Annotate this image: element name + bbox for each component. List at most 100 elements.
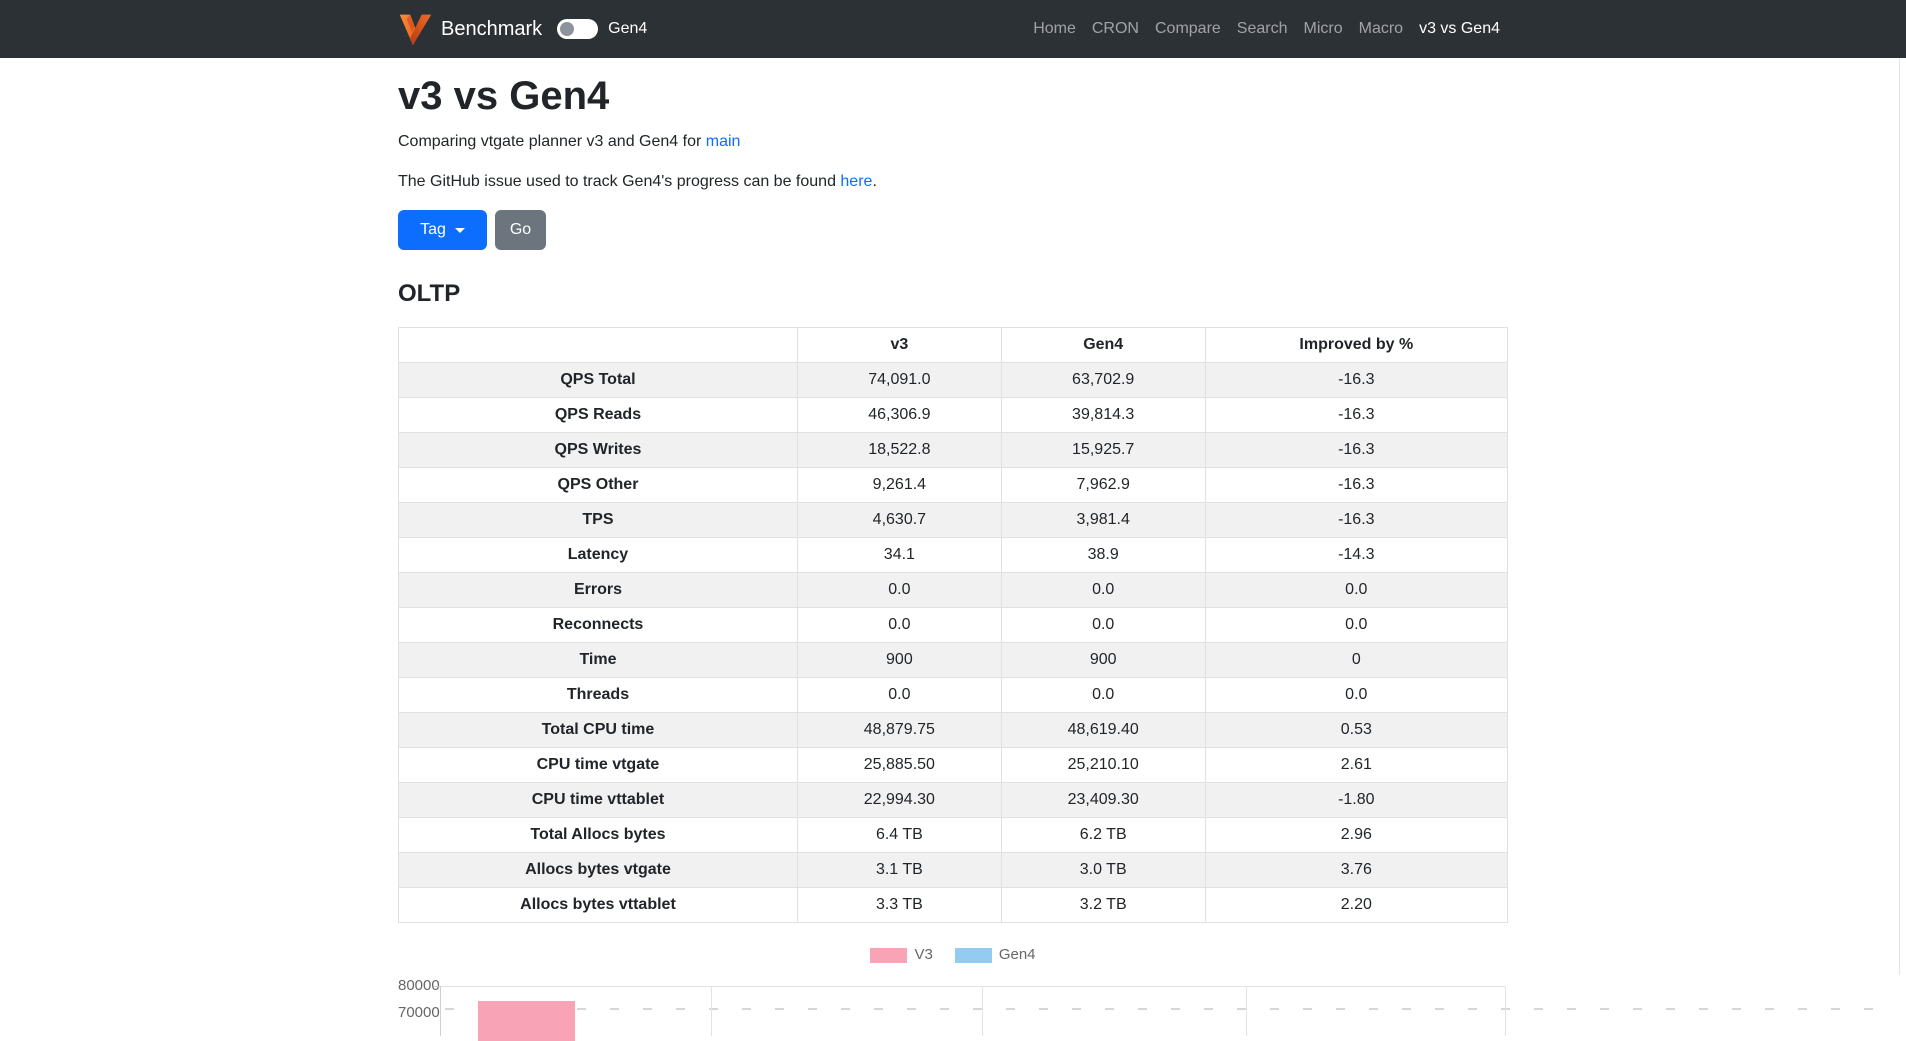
improved-value: 0.53 (1205, 713, 1507, 748)
metric-label: Allocs bytes vtgate (399, 853, 798, 888)
v3-value: 0.0 (797, 573, 1001, 608)
metric-label: Time (399, 643, 798, 678)
brand-label: Benchmark (441, 14, 542, 44)
nav-item-micro[interactable]: Micro (1296, 17, 1351, 41)
v3-qps-total-bar (478, 1001, 575, 1041)
improved-value: 0.0 (1205, 608, 1507, 643)
metric-label: Errors (399, 573, 798, 608)
issue-text: The GitHub issue used to track Gen4's pr… (398, 170, 1508, 194)
improved-value: 0.0 (1205, 678, 1507, 713)
scrollbar[interactable] (1899, 58, 1900, 975)
gen4-value: 23,409.30 (1001, 783, 1205, 818)
improved-value: -1.80 (1205, 783, 1507, 818)
nav-item-compare[interactable]: Compare (1147, 17, 1229, 41)
v3-legend-swatch (870, 948, 907, 963)
table-row: CPU time vtgate25,885.5025,210.102.61 (399, 748, 1508, 783)
gen4-value: 25,210.10 (1001, 748, 1205, 783)
metric-label: TPS (399, 503, 798, 538)
gen4-value: 3.2 TB (1001, 888, 1205, 923)
intro-prefix: Comparing vtgate planner v3 and Gen4 for (398, 133, 706, 150)
v3-value: 25,885.50 (797, 748, 1001, 783)
gridline-70000-dashed (445, 1008, 1890, 1010)
table-row: CPU time vttablet22,994.3023,409.30-1.80 (399, 783, 1508, 818)
gen4-value: 63,702.9 (1001, 363, 1205, 398)
improved-value: 3.76 (1205, 853, 1507, 888)
metric-label: CPU time vtgate (399, 748, 798, 783)
gen4-value: 3,981.4 (1001, 503, 1205, 538)
gen4-value: 0.0 (1001, 608, 1205, 643)
metric-label: QPS Total (399, 363, 798, 398)
header-v3: v3 (797, 328, 1001, 363)
issue-prefix: The GitHub issue used to track Gen4's pr… (398, 173, 840, 190)
table-row: Reconnects0.00.00.0 (399, 608, 1508, 643)
gen4-value: 39,814.3 (1001, 398, 1205, 433)
gen4-value: 0.0 (1001, 678, 1205, 713)
brand[interactable]: Benchmark (398, 12, 542, 47)
improved-value: -16.3 (1205, 468, 1507, 503)
gen4-value: 48,619.40 (1001, 713, 1205, 748)
gridline-v3 (1246, 986, 1247, 1036)
table-row: Errors0.00.00.0 (399, 573, 1508, 608)
metric-label: Latency (399, 538, 798, 573)
v3-value: 900 (797, 643, 1001, 678)
gridline-v4 (1505, 986, 1506, 1036)
metric-label: QPS Reads (399, 398, 798, 433)
gen4-toggle-label: Gen4 (608, 17, 647, 41)
table-header-row: v3 Gen4 Improved by % (399, 328, 1508, 363)
improved-value: -14.3 (1205, 538, 1507, 573)
y-tick-80000: 80000 (398, 978, 438, 994)
nav-item-v3-vs-gen4[interactable]: v3 vs Gen4 (1411, 17, 1508, 41)
improved-value: -16.3 (1205, 398, 1507, 433)
nav-links: Home CRON Compare Search Micro Macro v3 … (1025, 17, 1508, 41)
v3-value: 0.0 (797, 608, 1001, 643)
tag-dropdown-label: Tag (420, 221, 446, 239)
vitess-logo-icon (398, 12, 433, 47)
table-row: Allocs bytes vttablet3.3 TB3.2 TB2.20 (399, 888, 1508, 923)
header-metric (399, 328, 798, 363)
improved-value: 2.96 (1205, 818, 1507, 853)
gen4-value: 38.9 (1001, 538, 1205, 573)
gen4-toggle[interactable] (557, 19, 598, 39)
v3-value: 48,879.75 (797, 713, 1001, 748)
tag-dropdown-button[interactable]: Tag (398, 210, 487, 250)
issue-suffix: . (872, 173, 876, 190)
table-row: Latency34.138.9-14.3 (399, 538, 1508, 573)
section-title-oltp: OLTP (398, 276, 1508, 312)
go-button[interactable]: Go (495, 210, 546, 250)
v3-value: 4,630.7 (797, 503, 1001, 538)
v3-value: 18,522.8 (797, 433, 1001, 468)
improved-value: -16.3 (1205, 503, 1507, 538)
v3-value: 34.1 (797, 538, 1001, 573)
chart-legend: V3 Gen4 (398, 947, 1508, 964)
table-row: Threads0.00.00.0 (399, 678, 1508, 713)
table-row: QPS Other9,261.47,962.9-16.3 (399, 468, 1508, 503)
gen4-value: 3.0 TB (1001, 853, 1205, 888)
go-button-label: Go (510, 221, 531, 239)
improved-value: 0.0 (1205, 573, 1507, 608)
nav-item-home[interactable]: Home (1025, 17, 1084, 41)
v3-value: 74,091.0 (797, 363, 1001, 398)
nav-item-cron[interactable]: CRON (1084, 17, 1147, 41)
chart-plot-area: 80000 70000 (398, 964, 1508, 1010)
metric-label: Threads (399, 678, 798, 713)
table-row: Time9009000 (399, 643, 1508, 678)
table-row: Allocs bytes vtgate3.1 TB3.0 TB3.76 (399, 853, 1508, 888)
metric-label: QPS Writes (399, 433, 798, 468)
v3-value: 46,306.9 (797, 398, 1001, 433)
table-row: Total Allocs bytes6.4 TB6.2 TB2.96 (399, 818, 1508, 853)
intro-text: Comparing vtgate planner v3 and Gen4 for… (398, 130, 1508, 154)
github-issue-link[interactable]: here (840, 173, 872, 190)
table-row: Total CPU time48,879.7548,619.400.53 (399, 713, 1508, 748)
improved-value: -16.3 (1205, 363, 1507, 398)
chevron-down-icon (455, 228, 465, 233)
v3-value: 9,261.4 (797, 468, 1001, 503)
y-axis-line (440, 986, 441, 1036)
nav-item-search[interactable]: Search (1229, 17, 1296, 41)
main-branch-link[interactable]: main (706, 133, 741, 150)
v3-value: 3.1 TB (797, 853, 1001, 888)
table-row: QPS Total74,091.063,702.9-16.3 (399, 363, 1508, 398)
gridline-v2 (982, 986, 983, 1036)
nav-item-macro[interactable]: Macro (1351, 17, 1411, 41)
metric-label: Total CPU time (399, 713, 798, 748)
metric-label: Total Allocs bytes (399, 818, 798, 853)
